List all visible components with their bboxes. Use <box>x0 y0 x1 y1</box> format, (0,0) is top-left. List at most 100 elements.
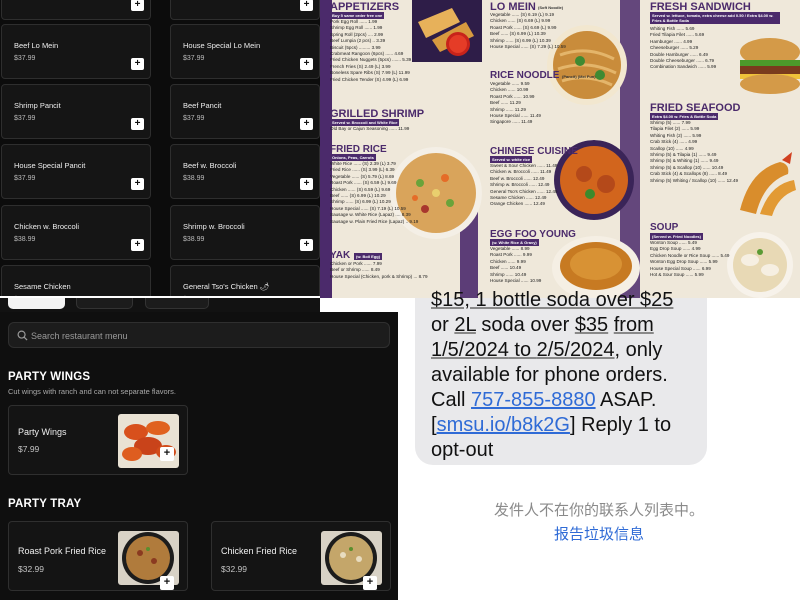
egg-foo-young-items: Vegetable ...... 8.99 Roast Pork ...... 9… <box>490 246 541 284</box>
menu-item-card[interactable]: Chicken w. Broccoli $38.99 + <box>1 205 151 260</box>
category-title-party-wings: PARTY WINGS <box>8 371 91 383</box>
add-to-cart-button[interactable]: + <box>160 576 174 590</box>
add-to-cart-button[interactable]: + <box>131 0 144 11</box>
item-price: $38.99 <box>14 236 36 243</box>
message-detected-date[interactable]: 1/5/2024 <box>431 339 509 361</box>
menu-item-card[interactable]: + <box>170 0 320 20</box>
add-to-cart-button[interactable]: + <box>160 447 174 461</box>
item-name: Beef Lo Mein <box>14 41 59 50</box>
add-to-cart-button[interactable]: + <box>300 0 313 11</box>
menu-item-card[interactable]: Sesame Chicken$38.99+ <box>1 265 151 298</box>
menu-line-item: House Special ...... 10.99 <box>490 278 542 284</box>
message-line-1: $15, 1 bottle soda over $25 <box>431 289 674 311</box>
menu-item-card[interactable]: Shrimp w. Broccoli $38.99 + <box>170 205 320 260</box>
menu-line-item: Orange Chicken ...... 12.49 <box>490 201 545 207</box>
menu-line-item: Boneless Spare Ribs (S) 7.99 (L) 11.99 <box>330 70 410 76</box>
menu-item-card[interactable]: Roast Pork Fried Rice $32.99 + <box>8 521 188 591</box>
add-to-cart-button[interactable]: + <box>300 239 313 251</box>
message-detected-text[interactable]: from <box>614 314 654 336</box>
menu-item-card[interactable]: House Special Pancit $37.99 + <box>1 144 151 199</box>
item-name: Sesame Chicken <box>14 282 71 291</box>
report-junk-link[interactable]: 报告垃圾信息 <box>398 523 800 544</box>
fried-seafood-items: Shrimp (5) ...... 7.99 Tilapia Filet (2) … <box>650 120 738 184</box>
menu-item-card[interactable]: Beef w. Broccoli $38.99 + <box>170 144 320 199</box>
yak-items: Chicken or Pork ...... 7.99 Beef or Shrim… <box>330 261 428 280</box>
message-text-fragment: Call <box>431 389 472 411</box>
menu-item-card[interactable]: House Special Lo Mein $37.99 + <box>170 24 320 79</box>
yak-sub: (w. Boil Egg) <box>354 253 383 260</box>
item-name: Shrimp Pancit <box>14 101 61 110</box>
soup-sub: (Served w. Fried Noodles) <box>650 233 703 240</box>
message-text[interactable]: $15, 1 bottle soda over $25 or 2L soda o… <box>431 288 701 463</box>
add-to-cart-button[interactable]: + <box>131 178 144 190</box>
unknown-sender-notice: 发件人不在你的联系人列表中。 <box>493 501 704 519</box>
item-name: Party Wings <box>18 427 67 437</box>
add-to-cart-button[interactable]: + <box>363 576 377 590</box>
search-icon <box>17 330 28 341</box>
message-text-fragment: ] Reply 1 to <box>569 414 672 436</box>
menu-line-item: Chicken w. Broccoli ...... 11.49 <box>490 169 552 175</box>
menu-item-card[interactable]: Shrimp Pancit $37.99 + <box>1 84 151 139</box>
sms-conversation: $15, 1 bottle soda over $25 or 2L soda o… <box>398 289 800 600</box>
message-bubble[interactable]: $15, 1 bottle soda over $25 or 2L soda o… <box>415 289 707 465</box>
menu-line-item: Sausage w. Plain Fried Rice (Lapaz) .. 9… <box>330 218 419 224</box>
menu-item-card[interactable]: Party Wings $7.99 + <box>8 405 188 475</box>
message-text-fragment: available for phone orders. <box>431 364 668 386</box>
item-name: Beef Pancit <box>183 101 222 110</box>
add-to-cart-button[interactable]: + <box>300 118 313 130</box>
rice-noodle-items: Vegetable ...... 9.59 Chicken ...... 10.9… <box>490 81 541 126</box>
add-to-cart-button[interactable]: + <box>300 178 313 190</box>
appetizers-sub: Buy 5 same order free one <box>330 12 385 19</box>
add-to-cart-button[interactable]: + <box>131 239 144 251</box>
item-name: House Special Lo Mein <box>183 41 261 50</box>
menu-line-item: Old Bay or Cajun Seasoning ...... 11.99 <box>330 126 410 131</box>
short-url-link[interactable]: smsu.io/b8k2G <box>437 414 570 436</box>
menu-item-card[interactable]: Chicken Fried Rice $32.99 + <box>211 521 391 591</box>
menu-line-item: Combination Sandwich ...... 5.99 <box>650 64 717 70</box>
soup-title: SOUP <box>650 222 679 233</box>
menu-item-card[interactable]: + <box>1 0 151 20</box>
egg-foo-young-sub: (w. White Rice & Gravy) <box>490 239 539 246</box>
category-tab[interactable] <box>76 298 133 309</box>
menu-line-item: Crab Stick (4) & Scallops (8) ...... 8.4… <box>650 171 728 177</box>
fried-shrimp-image <box>730 150 800 220</box>
menu-line-item: Wonton Egg Drop Soup ...... 5.99 <box>650 259 718 265</box>
item-price: $32.99 <box>221 564 247 574</box>
menu-poster: APPETIZERS Buy 5 same order free one Por… <box>320 0 800 298</box>
chinese-cuisine-sub: Served w. white rice <box>490 156 533 163</box>
add-to-cart-button[interactable]: + <box>131 118 144 130</box>
message-detected-date[interactable]: 2/5/2024 <box>537 339 615 361</box>
item-price: $37.99 <box>183 55 205 62</box>
category-tab[interactable] <box>145 298 209 309</box>
grilled-shrimp-sub: Served w. Broccoli and White Rice <box>330 119 400 126</box>
message-detected-text[interactable]: to <box>509 339 537 361</box>
add-to-cart-button[interactable]: + <box>131 58 144 70</box>
message-text-fragment: opt-out <box>431 439 494 461</box>
category-tab-active[interactable] <box>8 298 65 309</box>
egg-roll-image <box>412 0 482 62</box>
menu-item-card[interactable]: Beef Pancit $37.99 + <box>170 84 320 139</box>
message-text-fragment: ASAP. <box>595 389 657 411</box>
category-description: Cut wings with ranch and can not separat… <box>8 387 177 396</box>
grilled-shrimp-items: Old Bay or Cajun Seasoning ...... 11.99 <box>330 126 409 132</box>
message-detected-amount[interactable]: $35 <box>575 314 608 336</box>
menu-item-card[interactable]: General Tso's Chicken 🌶$38.99+ <box>170 265 320 298</box>
message-text-fragment: or <box>431 314 455 336</box>
menu-line-item: Singapore ...... 11.49 <box>490 119 533 125</box>
menu-line-item: House Special (Chicken, pork & Shrimp) .… <box>330 273 428 279</box>
category-title-party-tray: PARTY TRAY <box>8 498 82 510</box>
menu-line-item: Fried Chicken Nuggets (5pcs) ....... 5.3… <box>330 57 412 63</box>
item-price: $37.99 <box>14 55 36 62</box>
phone-number-link[interactable]: 757-855-8880 <box>471 389 596 411</box>
message-detected-text[interactable]: 2L <box>454 314 476 336</box>
search-input[interactable] <box>31 327 371 344</box>
add-to-cart-button[interactable]: + <box>300 58 313 70</box>
menu-line-item: Shrimp w. Broccoli ...... 12.49 <box>490 182 550 188</box>
search-bar[interactable] <box>8 322 390 348</box>
fried-rice-items: White Rice ...... (S) 2.39 (L) 3.79 Fried… <box>330 161 418 225</box>
menu-item-card[interactable]: Beef Lo Mein $37.99 + <box>1 24 151 79</box>
soup-items: Wonton Soup ...... 5.49 Egg Drop Soup ...… <box>650 240 729 278</box>
fried-seafood-sub: Extra $4.00 w. Fries & Bottle Soda <box>650 113 719 120</box>
category-tabs-strip <box>0 298 320 312</box>
sandwich-image <box>734 30 800 100</box>
